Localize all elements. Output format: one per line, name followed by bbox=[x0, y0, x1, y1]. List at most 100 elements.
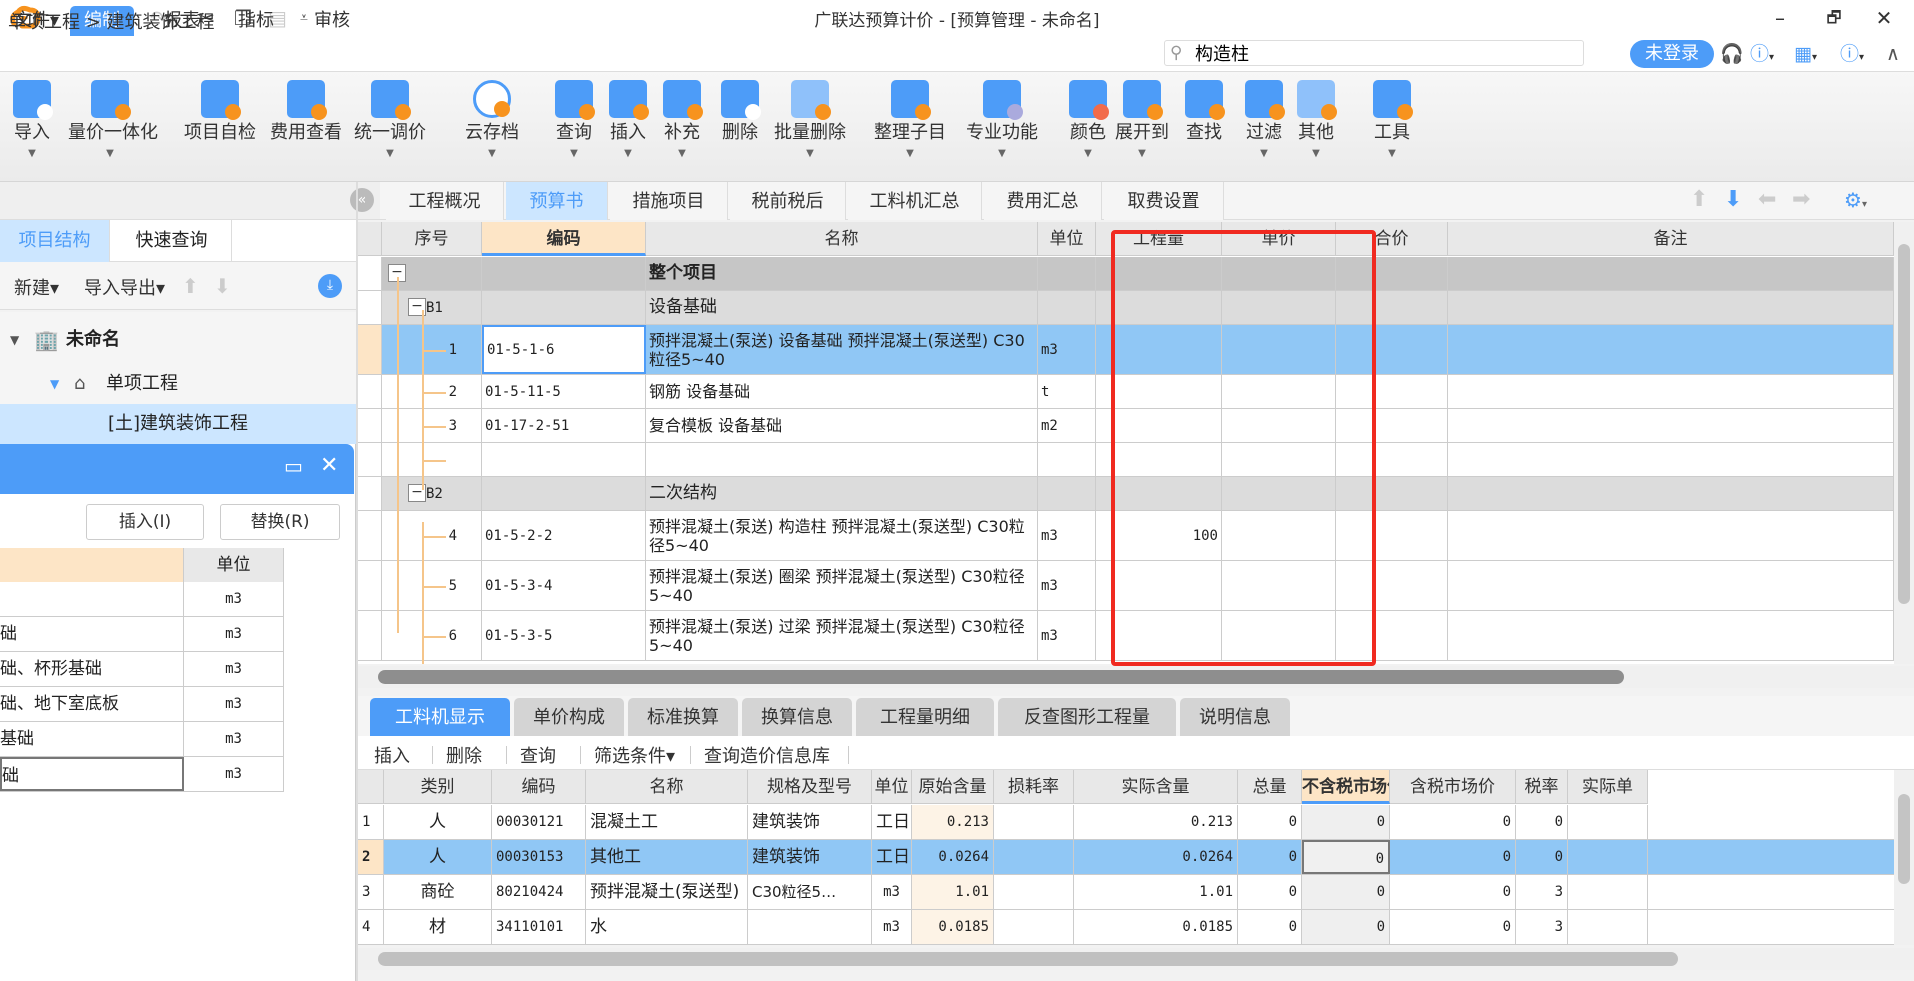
resource-cell-actual_qty[interactable]: 0.0185 bbox=[1074, 910, 1238, 944]
cell-note[interactable] bbox=[1448, 325, 1894, 374]
cell-total[interactable] bbox=[1336, 409, 1448, 442]
collapse-ribbon-icon[interactable]: ∧ bbox=[1886, 41, 1900, 67]
tab-1[interactable]: 预算书 bbox=[506, 182, 608, 220]
resource-cell-category[interactable]: 人 bbox=[384, 805, 492, 839]
budget-row[interactable]: 4 01-5-2-2 预拌混凝土(泵送) 构造柱 预拌混凝土(泵送型) C30粒径5… bbox=[358, 511, 1894, 561]
resource-cell-name[interactable]: 水 bbox=[586, 910, 748, 944]
maximize-icon[interactable]: ▭ bbox=[284, 454, 303, 478]
cell-code[interactable] bbox=[482, 257, 646, 290]
cell-name[interactable]: 二次结构 bbox=[646, 477, 1038, 510]
collapse-panel-icon[interactable]: « bbox=[350, 188, 374, 212]
resource-cell-loss[interactable] bbox=[994, 840, 1074, 874]
cell-price[interactable] bbox=[1222, 409, 1336, 442]
cell-name[interactable]: 钢筋 设备基础 bbox=[646, 375, 1038, 408]
detail-tool-1[interactable]: 删除 bbox=[446, 742, 482, 768]
cell-unit[interactable]: m3 bbox=[1038, 511, 1096, 560]
cell-price[interactable] bbox=[1222, 443, 1336, 476]
help-icon[interactable]: ⓘ▾ bbox=[1750, 41, 1774, 71]
resource-cell-price_ex_tax[interactable]: 0 bbox=[1302, 875, 1390, 909]
minimize-button[interactable]: – bbox=[1760, 4, 1800, 32]
detail-tool-3[interactable]: 筛选条件▾ bbox=[594, 742, 675, 768]
dropdown-arrow-icon[interactable]: ▼ bbox=[68, 144, 152, 164]
cell-total[interactable] bbox=[1336, 325, 1448, 374]
dropdown-arrow-icon[interactable]: ▼ bbox=[0, 144, 74, 164]
resource-cell-total[interactable]: 0 bbox=[1238, 910, 1302, 944]
cell-code[interactable] bbox=[482, 443, 646, 476]
ribbon-button-12[interactable]: 专业功能 ▼ bbox=[960, 80, 1044, 164]
resource-cell-tax_rate[interactable]: 0 bbox=[1516, 840, 1568, 874]
resource-cell-unit[interactable]: m3 bbox=[872, 910, 912, 944]
detail-tab-6[interactable]: 说明信息 bbox=[1180, 698, 1290, 736]
dropdown-arrow-icon[interactable]: ▼ bbox=[960, 144, 1044, 164]
ribbon-button-0[interactable]: 导入 ▼ bbox=[0, 80, 74, 164]
resource-cell-total[interactable]: 0 bbox=[1238, 875, 1302, 909]
row-header[interactable] bbox=[358, 561, 382, 610]
cell-qty[interactable] bbox=[1096, 375, 1222, 408]
popup-cell-name[interactable]: 础、地下室底板 bbox=[0, 687, 184, 721]
ribbon-button-4[interactable]: 统一调价 ▼ bbox=[348, 80, 432, 164]
resource-cell-spec[interactable]: C30粒径5… bbox=[748, 875, 872, 909]
cell-qty[interactable] bbox=[1096, 257, 1222, 290]
cell-unit[interactable] bbox=[1038, 443, 1096, 476]
cell-qty[interactable] bbox=[1096, 561, 1222, 610]
dropdown-arrow-icon[interactable]: ▼ bbox=[348, 144, 432, 164]
row-header[interactable] bbox=[358, 409, 382, 442]
cell-price[interactable] bbox=[1222, 511, 1336, 560]
expand-arrow-icon[interactable]: ▼ bbox=[10, 320, 19, 360]
ribbon-button-10[interactable]: 批量删除 ▼ bbox=[768, 80, 852, 164]
menu-index[interactable]: 指标 bbox=[224, 6, 288, 36]
popup-row[interactable]: 基础 m3 bbox=[0, 722, 284, 757]
row-header[interactable] bbox=[358, 291, 382, 324]
resource-cell-price_ex_tax[interactable]: 0 bbox=[1302, 840, 1390, 874]
insert-button[interactable]: 插入(I) bbox=[86, 504, 204, 540]
budget-grid-hscroll-thumb[interactable] bbox=[378, 670, 1624, 684]
cell-code[interactable]: 01-5-1-6 bbox=[482, 325, 646, 374]
cell-price[interactable] bbox=[1222, 257, 1336, 290]
resource-cell-name[interactable]: 混凝土工 bbox=[586, 805, 748, 839]
resource-column-header-1[interactable]: 类别 bbox=[384, 770, 492, 804]
cell-name[interactable]: 预拌混凝土(泵送) 构造柱 预拌混凝土(泵送型) C30粒径5~40 bbox=[646, 511, 1038, 560]
dropdown-arrow-icon[interactable]: ▼ bbox=[450, 144, 534, 164]
dropdown-arrow-icon[interactable]: ▼ bbox=[1350, 144, 1434, 164]
ribbon-button-18[interactable]: 工具 ▼ bbox=[1350, 80, 1434, 164]
resource-cell-spec[interactable] bbox=[748, 910, 872, 944]
resource-column-header-5[interactable]: 单位 bbox=[872, 770, 912, 804]
budget-row[interactable]: 2 01-5-11-5 钢筋 设备基础 t bbox=[358, 375, 1894, 409]
tab-3[interactable]: 税前税后 bbox=[730, 182, 846, 220]
column-header-2[interactable]: 名称 bbox=[646, 222, 1038, 256]
detail-tool-0[interactable]: 插入 bbox=[374, 742, 410, 768]
resource-cell-unit[interactable]: m3 bbox=[872, 875, 912, 909]
cell-price[interactable] bbox=[1222, 375, 1336, 408]
name-column-header[interactable] bbox=[0, 548, 184, 582]
search-input[interactable] bbox=[1164, 40, 1584, 66]
cell-note[interactable] bbox=[1448, 611, 1894, 660]
unit-column-header[interactable]: 单位 bbox=[184, 548, 284, 582]
cell-code[interactable]: 01-5-11-5 bbox=[482, 375, 646, 408]
cell-note[interactable] bbox=[1448, 291, 1894, 324]
cell-total[interactable] bbox=[1336, 257, 1448, 290]
cell-note[interactable] bbox=[1448, 375, 1894, 408]
cell-code[interactable]: 01-5-3-5 bbox=[482, 611, 646, 660]
detail-tab-5[interactable]: 反查图形工程量 bbox=[998, 698, 1176, 736]
resource-cell-actual_price[interactable] bbox=[1568, 875, 1648, 909]
resource-cell-tax_rate[interactable]: 3 bbox=[1516, 910, 1568, 944]
ribbon-button-17[interactable]: 其他 ▼ bbox=[1274, 80, 1358, 164]
row-header[interactable] bbox=[358, 257, 382, 290]
cell-name[interactable]: 预拌混凝土(泵送) 设备基础 预拌混凝土(泵送型) C30粒径5~40 bbox=[646, 325, 1038, 374]
resource-column-header-8[interactable]: 实际含量 bbox=[1074, 770, 1238, 804]
cell-note[interactable] bbox=[1448, 443, 1894, 476]
tab-4[interactable]: 工料机汇总 bbox=[848, 182, 982, 220]
resource-cell-price_inc_tax[interactable]: 0 bbox=[1390, 840, 1516, 874]
resource-cell-category[interactable]: 商砼 bbox=[384, 875, 492, 909]
download-icon[interactable]: ⤓ bbox=[318, 274, 342, 298]
detail-tab-0[interactable]: 工料机显示 bbox=[370, 698, 510, 736]
budget-group-row[interactable]: B2 二次结构 − bbox=[358, 477, 1894, 511]
cell-note[interactable] bbox=[1448, 409, 1894, 442]
budget-row[interactable]: 1 01-5-1-6 预拌混凝土(泵送) 设备基础 预拌混凝土(泵送型) C30粒径… bbox=[358, 325, 1894, 375]
resource-cell-code[interactable]: 34110101 bbox=[492, 910, 586, 944]
detail-tab-1[interactable]: 单价构成 bbox=[514, 698, 624, 736]
cell-qty[interactable] bbox=[1096, 611, 1222, 660]
resource-cell-tax_rate[interactable]: 3 bbox=[1516, 875, 1568, 909]
detail-tab-2[interactable]: 标准换算 bbox=[628, 698, 738, 736]
cell-price[interactable] bbox=[1222, 561, 1336, 610]
